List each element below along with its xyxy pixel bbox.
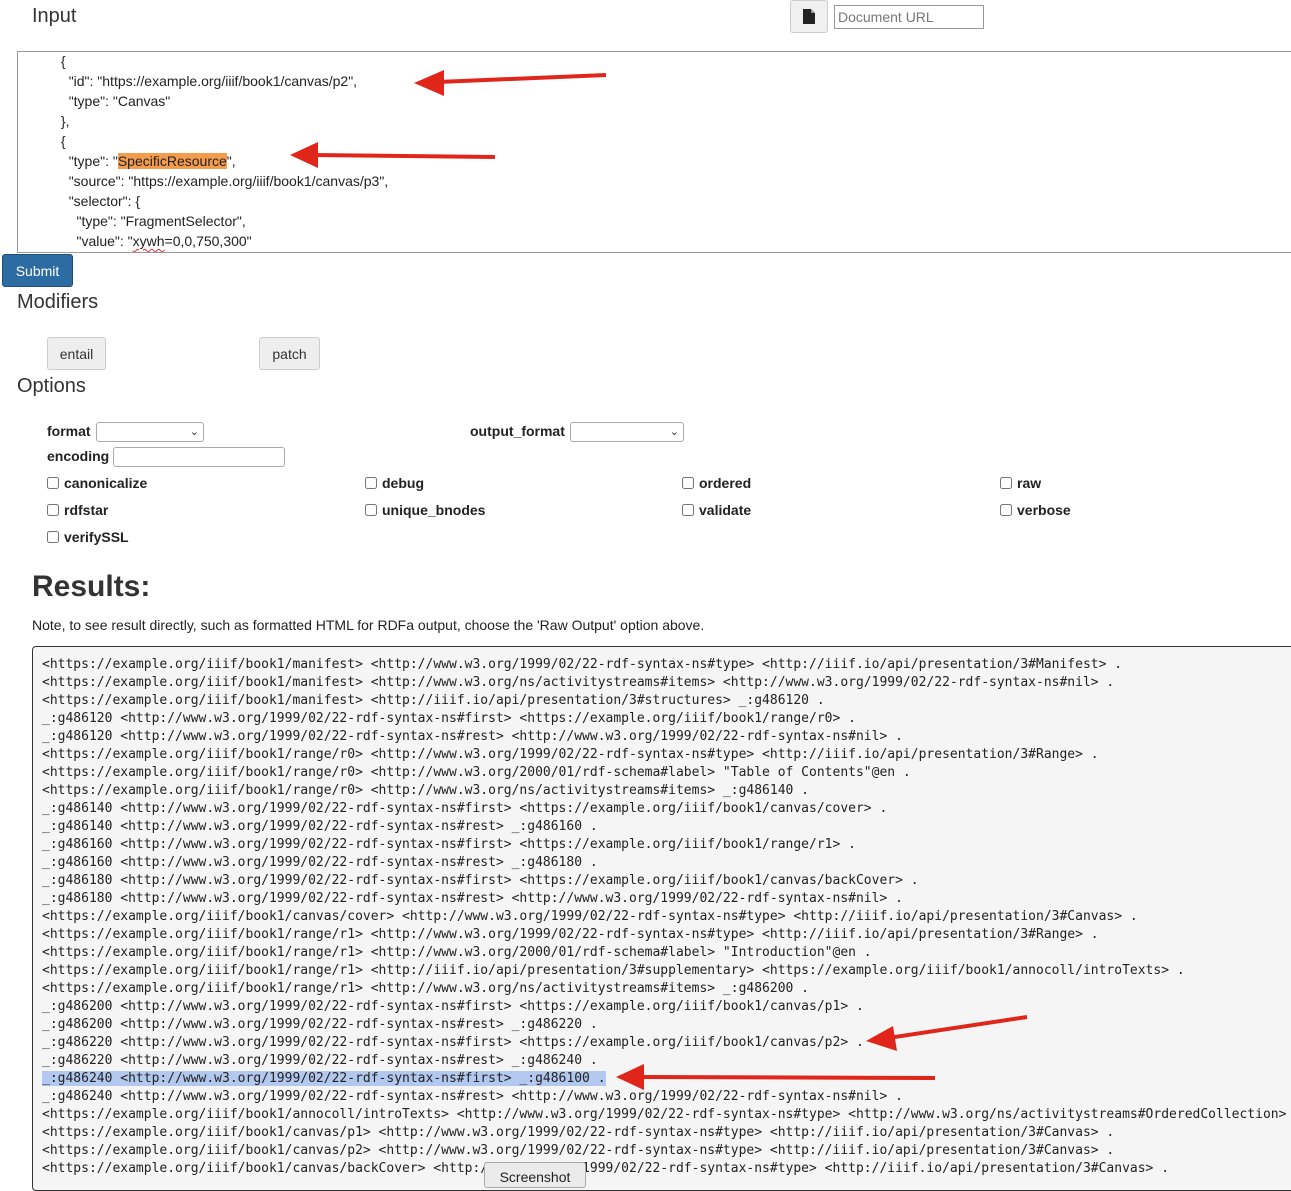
result-line: <https://example.org/iiif/book1/canvas/p… (42, 1125, 1115, 1140)
results-output[interactable]: <https://example.org/iiif/book1/manifest… (32, 646, 1291, 1191)
checkbox-unique-bnodes[interactable]: unique_bnodes (365, 502, 485, 518)
checkbox-label: unique_bnodes (382, 502, 486, 518)
output-format-select[interactable]: ⌄ (570, 422, 684, 442)
checkbox-label: debug (382, 475, 424, 491)
chevron-down-icon: ⌄ (669, 426, 679, 438)
result-line: _:g486160 <http://www.w3.org/1999/02/22-… (42, 855, 598, 870)
screenshot-button[interactable]: Screenshot (484, 1162, 586, 1188)
result-line: _:g486200 <http://www.w3.org/1999/02/22-… (42, 999, 864, 1014)
checkbox-label: validate (699, 502, 752, 518)
result-line: _:g486180 <http://www.w3.org/1999/02/22-… (42, 873, 919, 888)
checkbox-canonicalize[interactable]: canonicalize (47, 475, 147, 491)
checkbox-debug[interactable]: debug (365, 475, 424, 491)
result-line: _:g486160 <http://www.w3.org/1999/02/22-… (42, 837, 856, 852)
editor-line: "value": "xywh=0,0,750,300" (76, 233, 252, 249)
editor-line: "source": "https://example.org/iiif/book… (68, 173, 389, 189)
result-line: _:g486200 <http://www.w3.org/1999/02/22-… (42, 1017, 598, 1032)
format-label: format (47, 423, 91, 439)
entail-button[interactable]: entail (47, 337, 106, 370)
checkbox-label: verifySSL (64, 529, 129, 545)
result-line: _:g486140 <http://www.w3.org/1999/02/22-… (42, 801, 888, 816)
result-line: <https://example.org/iiif/book1/range/r0… (42, 747, 1099, 762)
checkbox-input[interactable] (47, 504, 59, 516)
editor-line: "id": "https://example.org/iiif/book1/ca… (68, 73, 358, 89)
checkbox-input[interactable] (47, 531, 59, 543)
checkbox-label: rdfstar (64, 502, 109, 518)
checkbox-input[interactable] (682, 477, 694, 489)
result-line: <https://example.org/iiif/book1/annocoll… (42, 1107, 1291, 1122)
editor-line: { (60, 53, 66, 69)
spellcheck-word: xywh (132, 233, 165, 249)
result-line: <https://example.org/iiif/book1/range/r1… (42, 981, 810, 996)
checkbox-verbose[interactable]: verbose (1000, 502, 1071, 518)
encoding-label: encoding (47, 448, 110, 464)
chevron-down-icon: ⌄ (189, 426, 199, 438)
result-line: _:g486140 <http://www.w3.org/1999/02/22-… (42, 819, 598, 834)
result-line: <https://example.org/iiif/book1/canvas/b… (42, 1161, 1170, 1176)
results-heading: Results: (32, 570, 151, 603)
checkbox-input[interactable] (365, 504, 377, 516)
result-line: _:g486240 <http://www.w3.org/1999/02/22-… (42, 1089, 903, 1104)
result-line: <https://example.org/iiif/book1/range/r1… (42, 927, 1099, 942)
checkbox-input[interactable] (1000, 477, 1012, 489)
input-heading: Input (32, 5, 77, 27)
result-line: <https://example.org/iiif/book1/canvas/p… (42, 1143, 1115, 1158)
checkbox-label: canonicalize (64, 475, 148, 491)
modifiers-heading: Modifiers (17, 291, 99, 313)
checkbox-rdfstar[interactable]: rdfstar (47, 502, 108, 518)
result-line: _:g486180 <http://www.w3.org/1999/02/22-… (42, 891, 903, 906)
editor-line: "type": "Canvas" (68, 93, 171, 109)
checkbox-label: ordered (699, 475, 752, 491)
patch-button[interactable]: patch (259, 337, 320, 370)
submit-button[interactable]: Submit (2, 254, 73, 287)
checkbox-raw[interactable]: raw (1000, 475, 1041, 491)
result-line: <https://example.org/iiif/book1/range/r1… (42, 963, 1185, 978)
checkbox-verifyssl[interactable]: verifySSL (47, 529, 129, 545)
search-highlight: SpecificResource (117, 153, 227, 169)
result-line: _:g486220 <http://www.w3.org/1999/02/22-… (42, 1035, 864, 1050)
result-line: _:g486120 <http://www.w3.org/1999/02/22-… (42, 711, 856, 726)
options-heading: Options (17, 375, 86, 397)
result-line: _:g486240 <http://www.w3.org/1999/02/22-… (42, 1071, 606, 1086)
checkbox-input[interactable] (682, 504, 694, 516)
editor-line: }, (60, 113, 70, 129)
checkbox-ordered[interactable]: ordered (682, 475, 751, 491)
checkbox-input[interactable] (1000, 504, 1012, 516)
result-line: _:g486220 <http://www.w3.org/1999/02/22-… (42, 1053, 598, 1068)
result-line: <https://example.org/iiif/book1/range/r0… (42, 765, 911, 780)
editor-line: "selector": { (68, 193, 141, 209)
results-note: Note, to see result directly, such as fo… (32, 617, 705, 633)
result-line: <https://example.org/iiif/book1/manifest… (42, 657, 1123, 672)
result-line: <https://example.org/iiif/book1/range/r1… (42, 945, 872, 960)
editor-line: { (60, 133, 66, 149)
file-upload-button[interactable] (790, 0, 828, 33)
result-line: <https://example.org/iiif/book1/canvas/c… (42, 909, 1138, 924)
file-icon (803, 9, 815, 24)
result-line: _:g486120 <http://www.w3.org/1999/02/22-… (42, 729, 903, 744)
checkbox-validate[interactable]: validate (682, 502, 751, 518)
result-line: <https://example.org/iiif/book1/manifest… (42, 675, 1115, 690)
checkbox-label: verbose (1017, 502, 1071, 518)
checkbox-input[interactable] (365, 477, 377, 489)
document-url-input[interactable] (834, 5, 984, 29)
editor-line: "type": "SpecificResource", (68, 153, 236, 169)
checkbox-input[interactable] (47, 477, 59, 489)
input-editor[interactable]: { "id": "https://example.org/iiif/book1/… (17, 51, 1291, 253)
result-line: <https://example.org/iiif/book1/manifest… (42, 693, 825, 708)
checkbox-label: raw (1017, 475, 1042, 491)
format-select[interactable]: ⌄ (96, 422, 204, 442)
output-format-label: output_format (470, 423, 565, 439)
encoding-input[interactable] (113, 447, 285, 467)
editor-line: "type": "FragmentSelector", (76, 213, 246, 229)
result-line: <https://example.org/iiif/book1/range/r0… (42, 783, 810, 798)
